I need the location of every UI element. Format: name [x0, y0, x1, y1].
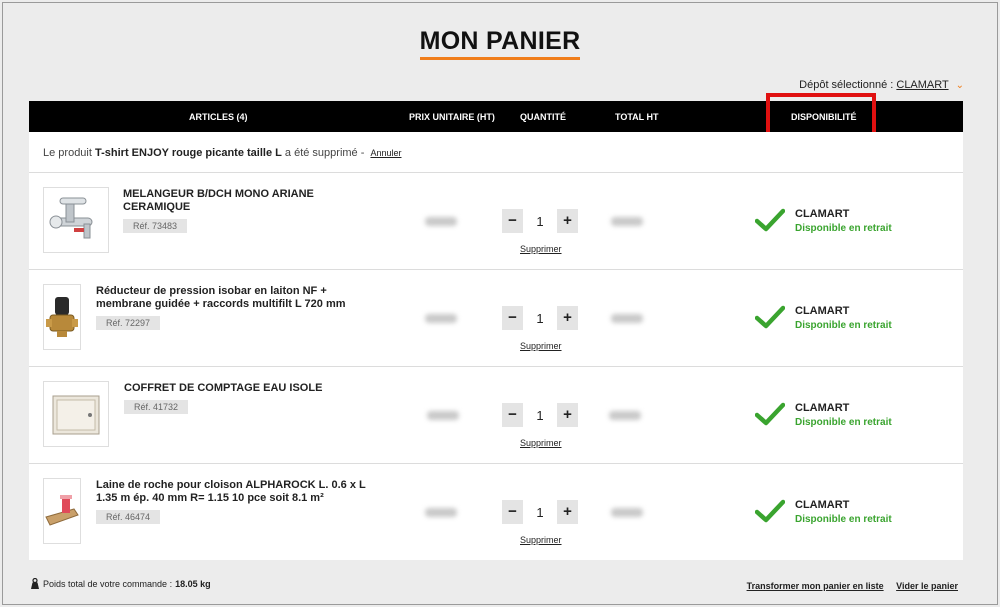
order-weight-value: 18.05 kg [175, 579, 211, 589]
product-ref: Réf. 72297 [96, 316, 161, 330]
unit-price-blurred [425, 217, 457, 226]
qty-plus-button[interactable]: + [557, 306, 578, 330]
unit-price-blurred [427, 411, 459, 420]
store-name: CLAMART [795, 499, 850, 511]
total-blurred [609, 411, 641, 420]
cart-panel: Le produit T-shirt ENJOY rouge picante t… [29, 132, 963, 560]
store-name: CLAMART [795, 208, 850, 220]
total-blurred [611, 217, 643, 226]
cart-row: MELANGEUR B/DCH MONO ARIANE CERAMIQUE Ré… [29, 172, 963, 269]
product-ref: Réf. 73483 [123, 219, 188, 233]
quantity-stepper[interactable]: − + [502, 306, 578, 330]
cart-row: Réducteur de pression isobar en laiton N… [29, 269, 963, 366]
availability-status: Disponible en retrait [795, 514, 892, 525]
transform-to-list-link[interactable]: Transformer mon panier en liste [747, 581, 884, 591]
unit-price-blurred [425, 508, 457, 517]
total-blurred [611, 508, 643, 517]
qty-input[interactable] [523, 209, 557, 233]
removed-notice: Le produit T-shirt ENJOY rouge picante t… [43, 147, 402, 159]
removed-product-name: T-shirt ENJOY rouge picante taille L [95, 147, 282, 159]
pressure-reducer-icon[interactable] [43, 284, 81, 350]
page-title: MON PANIER [419, 27, 581, 60]
store-name: CLAMART [795, 305, 850, 317]
qty-minus-button[interactable]: − [502, 500, 523, 524]
availability-status: Disponible en retrait [795, 223, 892, 234]
header-unit-price: PRIX UNITAIRE (HT) [409, 112, 495, 122]
product-ref: Réf. 46474 [96, 510, 161, 524]
header-total: TOTAL HT [615, 112, 659, 122]
footer-links: Transformer mon panier en liste Vider le… [737, 581, 958, 591]
mixer-tap-icon[interactable] [43, 187, 109, 253]
availability-status: Disponible en retrait [795, 320, 892, 331]
qty-input[interactable] [523, 403, 557, 427]
qty-minus-button[interactable]: − [502, 306, 523, 330]
check-icon [755, 208, 785, 232]
store-name: CLAMART [795, 402, 850, 414]
page-title-wrap: MON PANIER [0, 27, 1000, 60]
quantity-stepper[interactable]: − + [502, 403, 578, 427]
total-blurred [611, 314, 643, 323]
cart-row: COFFRET DE COMPTAGE EAU ISOLE Réf. 41732… [29, 366, 963, 463]
weight-icon [31, 578, 39, 589]
qty-plus-button[interactable]: + [557, 403, 578, 427]
remove-link[interactable]: Supprimer [520, 341, 562, 351]
unit-price-blurred [425, 314, 457, 323]
depot-name[interactable]: CLAMART [896, 79, 948, 91]
product-name[interactable]: Réducteur de pression isobar en laiton N… [96, 285, 346, 311]
remove-link[interactable]: Supprimer [520, 244, 562, 254]
check-icon [755, 402, 785, 426]
order-weight: Poids total de votre commande : 18.05 kg [30, 578, 211, 590]
rock-wool-icon[interactable] [43, 478, 81, 544]
cart-row: Laine de roche pour cloison ALPHAROCK L.… [29, 463, 963, 560]
qty-minus-button[interactable]: − [502, 403, 523, 427]
undo-link[interactable]: Annuler [370, 148, 401, 158]
header-articles: ARTICLES (4) [189, 112, 248, 122]
product-name[interactable]: Laine de roche pour cloison ALPHAROCK L.… [96, 479, 366, 505]
remove-link[interactable]: Supprimer [520, 438, 562, 448]
qty-plus-button[interactable]: + [557, 209, 578, 233]
remove-link[interactable]: Supprimer [520, 535, 562, 545]
check-icon [755, 499, 785, 523]
product-name[interactable]: MELANGEUR B/DCH MONO ARIANE CERAMIQUE [123, 188, 314, 214]
quantity-stepper[interactable]: − + [502, 209, 578, 233]
depot-selector[interactable]: Dépôt sélectionné : CLAMART ⌄ [799, 79, 964, 91]
depot-label: Dépôt sélectionné : [799, 79, 894, 91]
product-name[interactable]: COFFRET DE COMPTAGE EAU ISOLE [124, 382, 322, 395]
qty-plus-button[interactable]: + [557, 500, 578, 524]
meter-box-icon[interactable] [43, 381, 109, 447]
qty-minus-button[interactable]: − [502, 209, 523, 233]
quantity-stepper[interactable]: − + [502, 500, 578, 524]
check-icon [755, 305, 785, 329]
product-ref: Réf. 41732 [124, 400, 189, 414]
empty-cart-link[interactable]: Vider le panier [896, 581, 958, 591]
qty-input[interactable] [523, 500, 557, 524]
availability-status: Disponible en retrait [795, 417, 892, 428]
qty-input[interactable] [523, 306, 557, 330]
chevron-down-icon[interactable]: ⌄ [956, 80, 964, 91]
header-quantity: QUANTITÉ [520, 112, 566, 122]
order-weight-label: Poids total de votre commande : [43, 579, 173, 589]
